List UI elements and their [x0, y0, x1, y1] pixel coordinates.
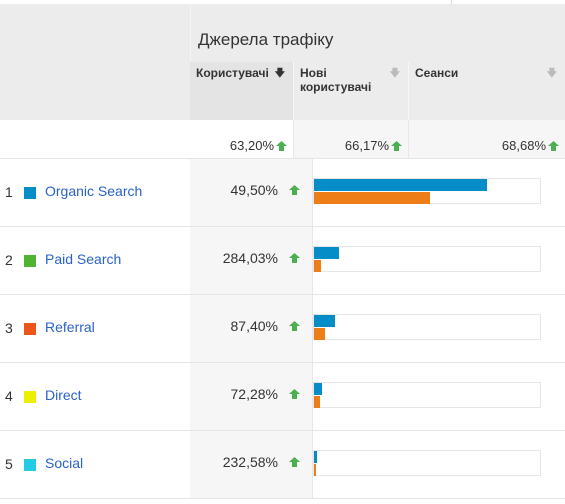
color-swatch — [24, 187, 36, 199]
color-swatch — [24, 323, 36, 335]
arrow-up-icon — [289, 321, 300, 331]
color-swatch — [24, 391, 36, 403]
summary-value: 63,20% — [229, 138, 274, 153]
arrow-down-icon[interactable]: 🡇 — [275, 67, 285, 81]
row-rank: 1 — [5, 184, 13, 200]
arrow-up-icon — [289, 457, 300, 467]
summary-new-users: 66,17% — [293, 120, 408, 158]
users-change-value: 72,28% — [230, 386, 278, 402]
arrow-up-icon — [276, 141, 287, 151]
arrow-up-icon — [289, 389, 300, 399]
table-row: 4 Direct 72,28% — [0, 363, 565, 431]
table-row: 1 Organic Search 49,50% — [0, 159, 565, 227]
bar-current — [314, 315, 335, 327]
bar-previous — [314, 192, 430, 204]
table-header: Джерела трафіку Користувачі 🡇 Нові корис… — [0, 4, 565, 120]
row-rank: 5 — [5, 456, 13, 472]
table-row: 2 Paid Search 284,03% — [0, 227, 565, 295]
summary-row: 63,20% 66,17% 68,68% — [0, 120, 565, 159]
column-label: Сеанси — [415, 66, 459, 80]
arrow-down-icon[interactable]: 🡇 — [547, 67, 557, 81]
arrow-up-icon — [391, 141, 402, 151]
comparison-bars — [313, 382, 541, 408]
arrow-up-icon — [548, 141, 559, 151]
summary-users: 63,20% — [190, 120, 293, 158]
row-rank: 4 — [5, 388, 13, 404]
bar-previous — [314, 464, 316, 476]
summary-value: 66,17% — [344, 138, 389, 153]
color-swatch — [24, 459, 36, 471]
users-change-cell: 284,03% — [190, 227, 313, 294]
arrow-up-icon — [289, 253, 300, 263]
comparison-bars — [313, 314, 541, 340]
table-body: 1 Organic Search 49,50% 2 Paid Search 28… — [0, 159, 565, 499]
users-change-value: 284,03% — [222, 250, 278, 266]
users-change-cell: 72,28% — [190, 363, 313, 430]
column-label: Нові користувачі — [300, 66, 372, 94]
bar-previous — [314, 260, 321, 272]
users-change-cell: 232,58% — [190, 431, 313, 498]
column-label: Користувачі — [196, 66, 269, 80]
column-header-sessions[interactable]: Сеанси 🡇 — [408, 62, 565, 120]
summary-sessions: 68,68% — [408, 120, 565, 158]
users-change-cell: 87,40% — [190, 295, 313, 362]
table-row: 3 Referral 87,40% — [0, 295, 565, 363]
color-swatch — [24, 255, 36, 267]
row-rank: 3 — [5, 320, 13, 336]
arrow-up-icon — [289, 185, 300, 195]
bar-current — [314, 247, 339, 259]
source-link[interactable]: Referral — [45, 319, 95, 335]
row-rank: 2 — [5, 252, 13, 268]
users-change-cell: 49,50% — [190, 159, 313, 226]
bar-previous — [314, 328, 325, 340]
arrow-down-icon[interactable]: 🡇 — [390, 67, 400, 81]
bar-previous — [314, 396, 320, 408]
group-title: Джерела трафіку — [198, 30, 334, 49]
comparison-bars — [313, 178, 541, 204]
users-change-value: 49,50% — [230, 182, 278, 198]
comparison-bars — [313, 450, 541, 476]
bar-current — [314, 383, 322, 395]
source-link[interactable]: Social — [45, 455, 83, 471]
column-header-new-users[interactable]: Нові користувачі 🡇 — [293, 62, 408, 120]
source-link[interactable]: Paid Search — [45, 251, 121, 267]
bar-current — [314, 179, 487, 191]
comparison-bars — [313, 246, 541, 272]
table-row: 5 Social 232,58% — [0, 431, 565, 499]
bar-current — [314, 451, 317, 463]
source-link[interactable]: Organic Search — [45, 183, 142, 199]
source-link[interactable]: Direct — [45, 387, 82, 403]
users-change-value: 232,58% — [222, 454, 278, 470]
users-change-value: 87,40% — [230, 318, 278, 334]
summary-value: 68,68% — [501, 138, 546, 153]
column-header-users[interactable]: Користувачі 🡇 — [190, 62, 293, 120]
